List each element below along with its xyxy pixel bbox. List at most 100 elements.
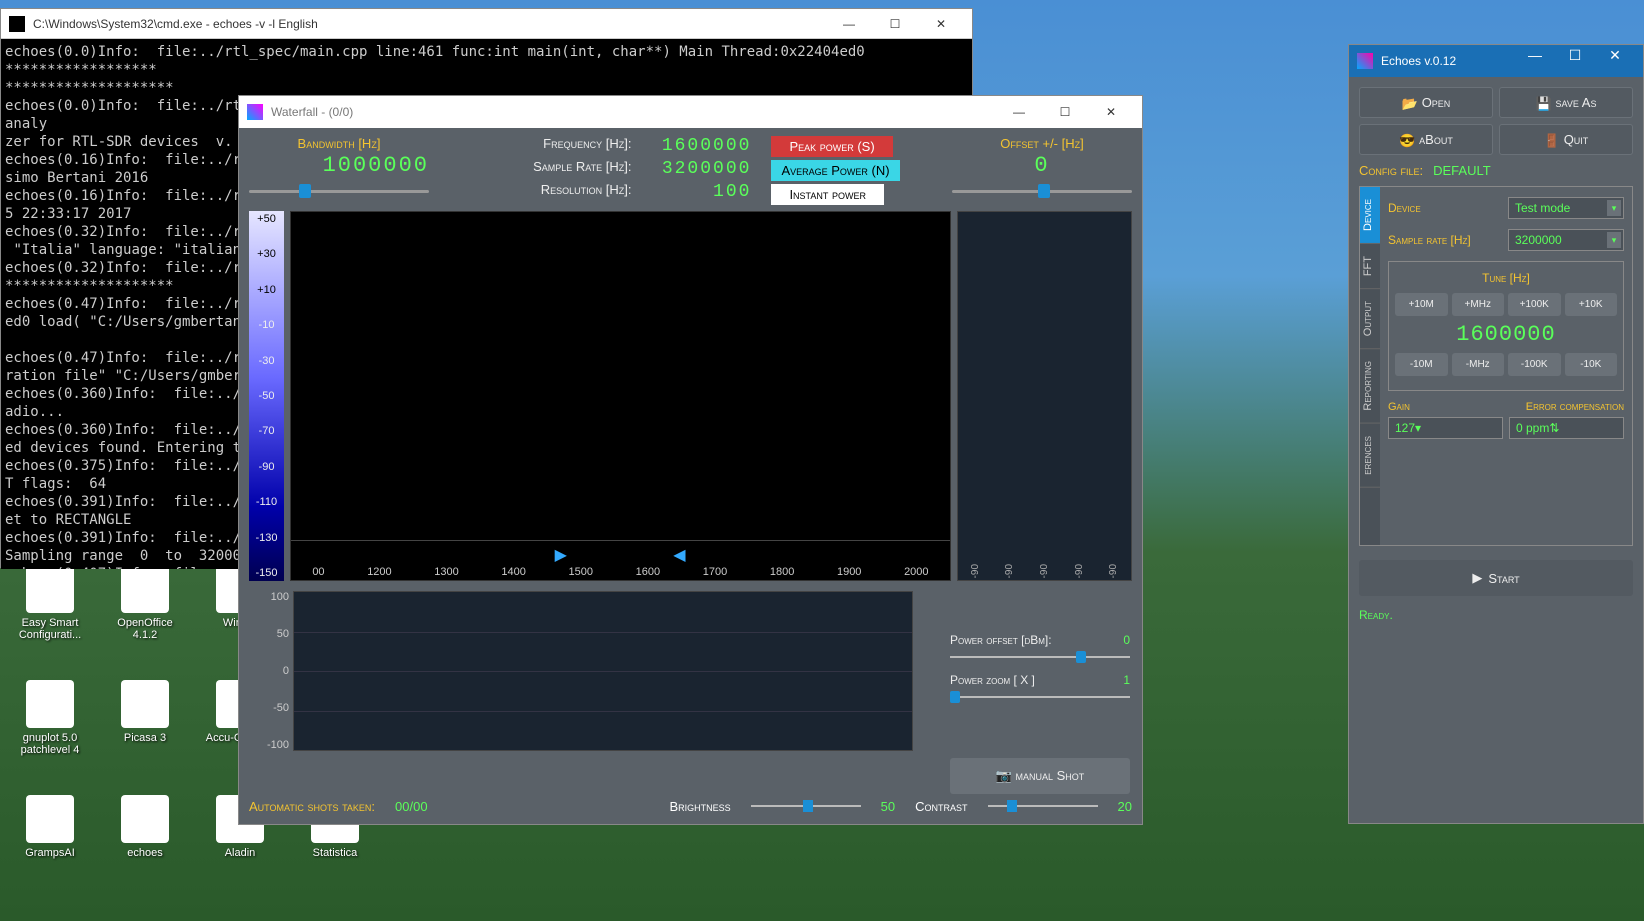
- exit-icon: 🚪: [1544, 133, 1558, 147]
- close-button[interactable]: ✕: [918, 10, 964, 38]
- cmd-titlebar[interactable]: C:\Windows\System32\cmd.exe - echoes -v …: [1, 9, 972, 39]
- power-zoom-value: 1: [1123, 673, 1130, 687]
- minimize-button[interactable]: —: [996, 98, 1042, 126]
- echoes-icon: [1357, 53, 1373, 69]
- samplerate-label: Sample Rate [Hz]:: [481, 159, 631, 179]
- tune-minus-10m[interactable]: -10M: [1395, 353, 1448, 376]
- resolution-label: Resolution [Hz]:: [481, 182, 631, 202]
- close-button[interactable]: ✕: [1088, 98, 1134, 126]
- device-label: Device: [1388, 201, 1508, 215]
- waterfall-titlebar[interactable]: Waterfall - (0/0) — ☐ ✕: [239, 96, 1142, 128]
- gain-label: Gain: [1388, 401, 1410, 413]
- tab-output[interactable]: Output: [1360, 289, 1380, 349]
- chevron-down-icon: ▾: [1607, 200, 1621, 216]
- maximize-button[interactable]: ☐: [872, 10, 918, 38]
- tune-plus-10m[interactable]: +10M: [1395, 293, 1448, 316]
- echoes-title: Echoes v.0.12: [1381, 54, 1515, 68]
- brightness-slider[interactable]: [751, 798, 861, 814]
- minimize-button[interactable]: —: [1515, 47, 1555, 75]
- desktop-icon[interactable]: gnuplot 5.0 patchlevel 4: [10, 680, 90, 756]
- cmd-title: C:\Windows\System32\cmd.exe - echoes -v …: [33, 17, 826, 31]
- tune-minus-mhz[interactable]: -MHz: [1452, 353, 1505, 376]
- tab-device[interactable]: Device: [1360, 187, 1380, 244]
- camera-icon: 📷: [996, 768, 1012, 783]
- power-chart[interactable]: [293, 591, 913, 751]
- desktop-icon[interactable]: Picasa 3: [105, 680, 185, 756]
- offset-slider[interactable]: [952, 182, 1132, 200]
- folder-icon: 📂: [1402, 96, 1416, 110]
- chevron-down-icon: ▾: [1415, 421, 1421, 435]
- errcomp-input[interactable]: 0 ppm⇅: [1509, 417, 1624, 439]
- minimize-button[interactable]: —: [826, 10, 872, 38]
- cmd-icon: [9, 16, 25, 32]
- device-panel: Device Test mode▾ Sample rate [Hz] 32000…: [1380, 187, 1632, 545]
- tune-box: Tune [Hz] +10M +MHz +100K +10K 1600000 -…: [1388, 261, 1624, 391]
- info-icon: 😎: [1399, 133, 1413, 147]
- tune-label: Tune [Hz]: [1476, 271, 1536, 285]
- bandwidth-slider[interactable]: [249, 182, 429, 200]
- tab-reporting[interactable]: Reporting: [1360, 349, 1380, 424]
- spectrum-display[interactable]: ▶ ◀ 0012001300 140015001600 170018001900…: [290, 211, 951, 581]
- samplerate-value: 3200000: [651, 159, 751, 179]
- gain-input[interactable]: 127▾: [1388, 417, 1503, 439]
- settings-tabs: Device FFT Output Reporting erences: [1360, 187, 1380, 545]
- offset-control: Offset +/- [Hz] 0: [952, 136, 1132, 200]
- marker-right-icon[interactable]: ◀: [673, 545, 685, 565]
- frequency-axis: ▶ ◀ 0012001300 140015001600 170018001900…: [291, 540, 950, 580]
- samplerate-select[interactable]: 3200000▾: [1508, 229, 1624, 251]
- auto-shots-label: Automatic shots taken:: [249, 799, 375, 814]
- about-button[interactable]: 😎aBout: [1359, 124, 1493, 155]
- tune-value: 1600000: [1395, 322, 1617, 347]
- marker-left-icon[interactable]: ▶: [555, 545, 567, 565]
- config-file-value: default: [1433, 163, 1491, 178]
- side-histogram: -90-90 -90-90 -90: [957, 211, 1132, 581]
- maximize-button[interactable]: ☐: [1042, 98, 1088, 126]
- tune-minus-10k[interactable]: -10K: [1565, 353, 1618, 376]
- tune-plus-mhz[interactable]: +MHz: [1452, 293, 1505, 316]
- power-offset-value: 0: [1123, 633, 1130, 647]
- waterfall-title: Waterfall - (0/0): [271, 105, 996, 119]
- resolution-value: 100: [651, 182, 751, 202]
- offset-value: 0: [952, 153, 1132, 178]
- brightness-value: 50: [881, 799, 895, 814]
- db-scale: +50+30+10 -10-30-50 -70-90-110 -130-150: [249, 211, 284, 581]
- power-offset-slider[interactable]: [950, 649, 1130, 665]
- device-select[interactable]: Test mode▾: [1508, 197, 1624, 219]
- desktop-icon[interactable]: echoes: [105, 795, 185, 859]
- desktop-icon[interactable]: Easy Smart Configurati...: [10, 565, 90, 641]
- tune-plus-100k[interactable]: +100K: [1508, 293, 1561, 316]
- samplerate-label: Sample rate [Hz]: [1388, 233, 1508, 247]
- bandwidth-label: Bandwidth [Hz]: [249, 136, 429, 151]
- maximize-button[interactable]: ☐: [1555, 47, 1595, 75]
- desktop-icon[interactable]: GrampsAI: [10, 795, 90, 859]
- open-button[interactable]: 📂Open: [1359, 87, 1493, 118]
- tab-fft[interactable]: FFT: [1360, 244, 1380, 289]
- tab-preferences[interactable]: erences: [1360, 424, 1380, 488]
- start-button[interactable]: ▶ Start: [1359, 560, 1633, 596]
- power-zoom-label: Power zoom [ X ]: [950, 673, 1080, 687]
- offset-label: Offset +/- [Hz]: [952, 136, 1132, 151]
- stepper-icon: ⇅: [1549, 421, 1559, 435]
- average-power-button[interactable]: Average Power (N): [771, 160, 899, 181]
- peak-power-button[interactable]: Peak power (S): [771, 136, 892, 157]
- tune-plus-10k[interactable]: +10K: [1565, 293, 1618, 316]
- status-text: Ready.: [1359, 608, 1633, 622]
- echoes-window: Echoes v.0.12 — ☐ ✕ 📂Open 💾save As 😎aBou…: [1348, 44, 1644, 824]
- instant-power-button[interactable]: Instant power: [771, 184, 884, 205]
- manual-shot-button[interactable]: 📷 manual Shot: [950, 758, 1130, 794]
- quit-button[interactable]: 🚪Quit: [1499, 124, 1633, 155]
- contrast-slider[interactable]: [988, 798, 1098, 814]
- saveas-button[interactable]: 💾save As: [1499, 87, 1633, 118]
- bandwidth-control: Bandwidth [Hz] 1000000: [249, 136, 429, 200]
- errcomp-label: Error compensation: [1526, 401, 1624, 413]
- save-icon: 💾: [1536, 96, 1550, 110]
- desktop-icon[interactable]: OpenOffice 4.1.2: [105, 565, 185, 641]
- contrast-value: 20: [1118, 799, 1132, 814]
- tune-minus-100k[interactable]: -100K: [1508, 353, 1561, 376]
- brightness-label: Brightness: [669, 799, 730, 814]
- close-button[interactable]: ✕: [1595, 47, 1635, 75]
- echoes-titlebar[interactable]: Echoes v.0.12 — ☐ ✕: [1349, 45, 1643, 77]
- power-zoom-slider[interactable]: [950, 689, 1130, 705]
- play-icon: ▶: [1472, 570, 1482, 586]
- power-yaxis: 10050 0-50 -100: [249, 591, 293, 751]
